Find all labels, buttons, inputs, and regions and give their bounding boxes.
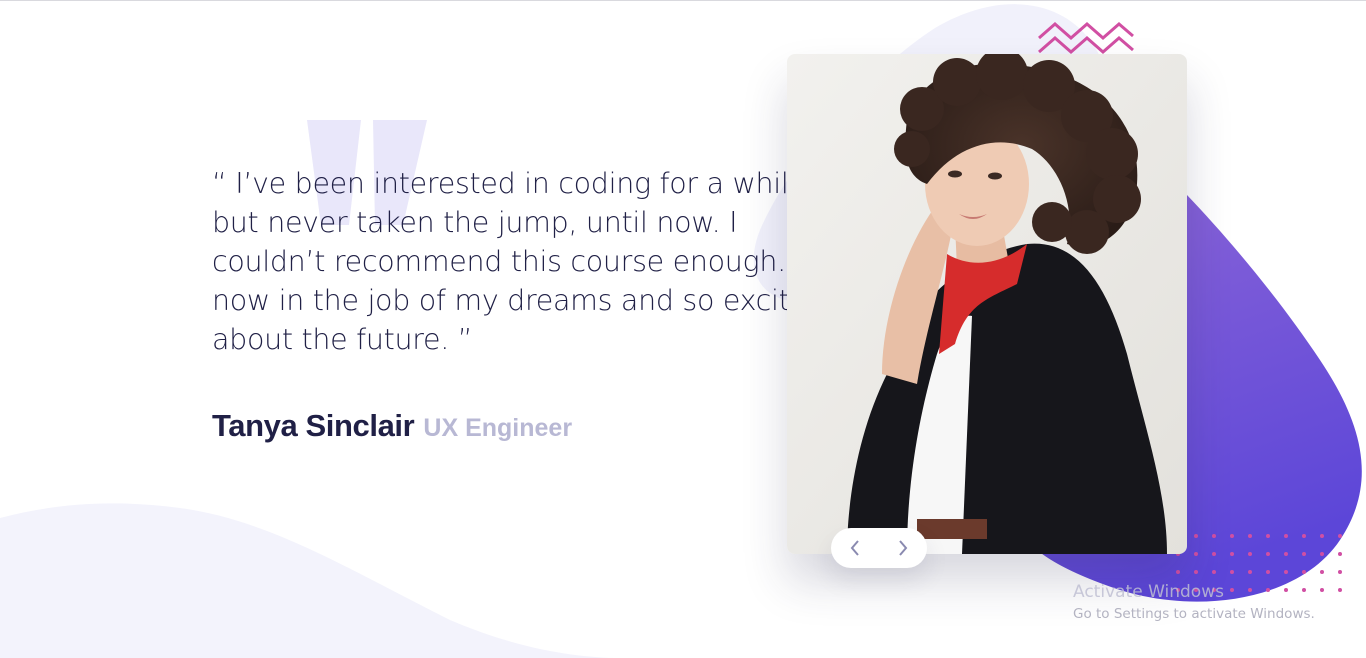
testimonial-block: “ I’ve been interested in coding for a w… [212,164,852,359]
testimonial-photo [787,54,1187,554]
top-divider [0,0,1366,1]
chevron-right-icon [899,540,908,556]
previous-button[interactable] [831,528,879,568]
portrait-image [787,54,1187,554]
author-role: UX Engineer [423,414,573,442]
dot-pattern-decoration [1176,534,1342,592]
zigzag-decoration [1038,22,1134,54]
background-wave [0,503,620,658]
testimonial-author: Tanya Sinclair UX Engineer [212,408,572,444]
author-name: Tanya Sinclair [212,408,415,443]
chevron-left-icon [850,540,859,556]
slider-nav [831,528,927,568]
testimonial-page: “ I’ve been interested in coding for a w… [0,0,1366,658]
testimonial-quote: “ I’ve been interested in coding for a w… [212,167,839,356]
next-button[interactable] [879,528,927,568]
